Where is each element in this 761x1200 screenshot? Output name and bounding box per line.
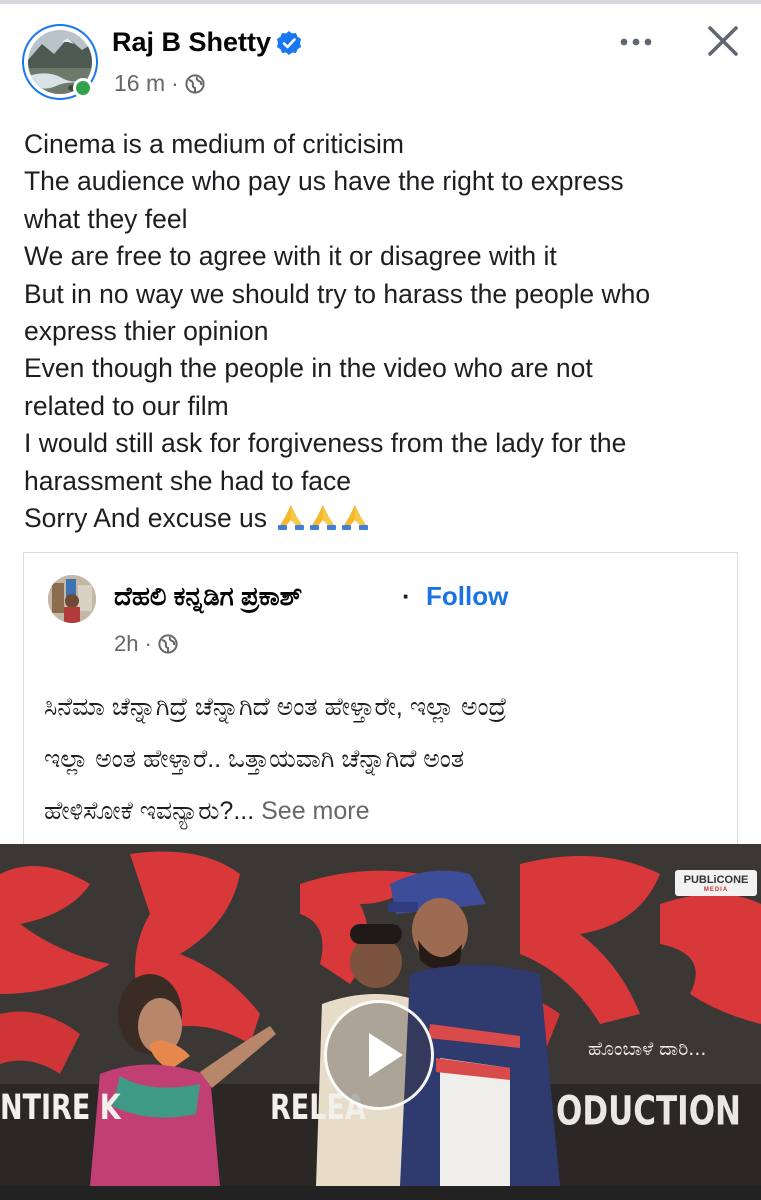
post-line: Even though the people in the video who … xyxy=(24,353,593,384)
globe-icon xyxy=(185,73,205,94)
post-meta: 16 m · xyxy=(114,70,205,97)
play-button[interactable] xyxy=(324,1000,434,1110)
play-icon xyxy=(369,1033,403,1077)
post-line: related to our film xyxy=(24,390,229,421)
author-name[interactable]: Raj B Shetty xyxy=(112,27,271,58)
more-options-icon[interactable] xyxy=(612,22,660,62)
post-line: But in no way we should try to harass th… xyxy=(24,278,651,309)
emoji-row xyxy=(274,503,370,533)
folded-hands-icon xyxy=(278,505,305,531)
shared-post-meta: 2h · xyxy=(114,631,178,657)
shared-line: ಸಿನೆಮಾ ಚೆನ್ನಾಗಿದ್ರೆ ಚೆನ್ನಾಗಿದೆ ಅಂತ ಹೇಳ್ತ… xyxy=(44,693,507,721)
online-status-dot xyxy=(73,78,93,98)
globe-icon xyxy=(158,634,178,654)
post-line: The audience who pay us have the right t… xyxy=(24,166,624,197)
shared-post-card[interactable]: ದೆಹಲಿ ಕನ್ನಡಿಗ ಪ್ರಕಾಶ್ · Follow 2h · ಸಿನೆ… xyxy=(23,552,738,844)
shared-line: ಇಲ್ಲಾ ಅಂತ ಹೇಳ್ತಾರೆ.. ಒತ್ತಾಯವಾಗಿ ಚೆನ್ನಾಗಿ… xyxy=(44,745,465,773)
shared-post-body: ಸಿನೆಮಾ ಚೆನ್ನಾಗಿದ್ರೆ ಚೆನ್ನಾಗಿದೆ ಅಂತ ಹೇಳ್ತ… xyxy=(44,681,724,837)
watermark-text: PUBLiCONE xyxy=(683,874,749,886)
folded-hands-icon xyxy=(310,505,337,531)
shared-line-last: ಹೇಳಿಸೋಕೆ ಇವನ್ಯಾರು?... See more xyxy=(44,785,724,837)
post-line: Sorry And excuse us xyxy=(24,503,268,534)
post-line-last: Sorry And excuse us xyxy=(24,500,736,537)
meta-separator: · xyxy=(144,631,152,656)
see-more-link[interactable]: See more xyxy=(261,797,369,825)
video-player[interactable]: PUBLiCONE MEDIA ಹೊಂಬಾಳೆ ದಾರಿ... NTIRE K … xyxy=(0,844,761,1186)
close-icon[interactable] xyxy=(700,22,746,62)
folded-hands-icon xyxy=(342,505,369,531)
follow-separator: · xyxy=(402,581,411,611)
post-time[interactable]: 16 m xyxy=(114,70,165,97)
bottom-edge xyxy=(0,1186,761,1200)
verified-badge-icon xyxy=(277,31,301,55)
banner-text-left: NTIRE K xyxy=(0,1088,121,1129)
post-line: I would still ask for forgiveness from t… xyxy=(24,428,627,459)
post-body: Cinema is a medium of criticisim The aud… xyxy=(24,126,736,537)
shared-post-time[interactable]: 2h xyxy=(114,631,138,657)
post-line: express thier opinion xyxy=(24,316,269,347)
watermark-subtext: MEDIA xyxy=(703,887,729,893)
meta-separator: · xyxy=(171,70,179,96)
publicone-watermark: PUBLiCONE MEDIA xyxy=(675,870,757,896)
top-divider xyxy=(0,0,761,4)
shared-author-avatar[interactable] xyxy=(48,575,96,623)
follow-button[interactable]: Follow xyxy=(426,581,508,612)
banner-kannada-text: ಹೊಂಬಾಳೆ ದಾರಿ... xyxy=(588,1038,707,1060)
post-line: Cinema is a medium of criticisim xyxy=(24,129,404,159)
shared-line: ಹೇಳಿಸೋಕೆ ಇವನ್ಯಾರು?... xyxy=(44,797,255,825)
post-line: harassment she had to face xyxy=(24,465,352,496)
post-line: what they feel xyxy=(24,203,188,234)
banner-text-right: ODUCTION xyxy=(556,1088,741,1135)
post-line: We are free to agree with it or disagree… xyxy=(24,241,557,272)
shared-author-name[interactable]: ದೆಹಲಿ ಕನ್ನಡಿಗ ಪ್ರಕಾಶ್ xyxy=(114,581,302,613)
